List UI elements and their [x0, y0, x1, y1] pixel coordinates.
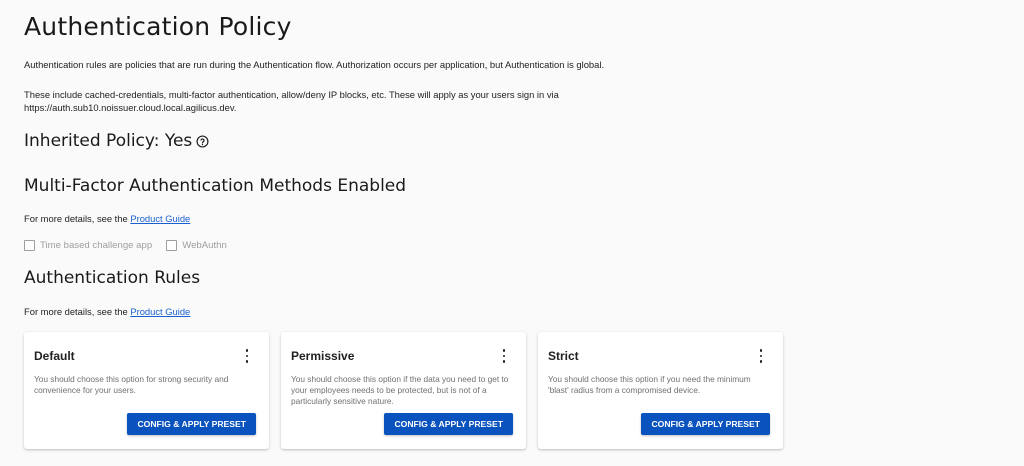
mfa-details: For more details, see the Product Guide: [24, 213, 190, 224]
webauthn-checkbox[interactable]: [166, 240, 178, 251]
inherited-policy-label: Inherited Policy: Yes: [24, 131, 193, 151]
rules-product-guide-link[interactable]: Product Guide: [130, 306, 190, 317]
card-title: Permissive: [291, 349, 355, 363]
card-description: You should choose this option if you nee…: [548, 374, 751, 395]
mfa-details-text: For more details, see the: [24, 213, 131, 224]
totp-label: Time based challenge app: [40, 240, 153, 251]
card-description: You should choose this option if the dat…: [291, 374, 509, 406]
totp-option[interactable]: Time based challenge app: [24, 240, 152, 251]
preset-cards: Default You should choose this option fo…: [24, 332, 783, 449]
preset-card-strict: Strict You should choose this option if …: [538, 332, 783, 449]
webauthn-option[interactable]: WebAuthn: [166, 240, 227, 251]
more-vert-icon[interactable]: [756, 349, 766, 363]
totp-checkbox[interactable]: [24, 240, 35, 251]
webauthn-label: WebAuthn: [182, 240, 227, 251]
card-title: Strict: [548, 349, 579, 363]
mfa-options: Time based challenge app WebAuthn: [24, 240, 227, 251]
rules-heading: Authentication Rules: [24, 268, 201, 288]
apply-preset-button[interactable]: CONFIG & APPLY PRESET: [127, 413, 256, 435]
page-description-2: These include cached-credentials, multi-…: [24, 89, 559, 113]
rules-details-text: For more details, see the: [24, 306, 131, 317]
card-description: You should choose this option for strong…: [34, 374, 229, 395]
preset-card-default: Default You should choose this option fo…: [24, 332, 269, 449]
apply-preset-button[interactable]: CONFIG & APPLY PRESET: [641, 413, 770, 435]
inherited-policy-heading: Inherited Policy: Yes: [24, 131, 209, 151]
more-vert-icon[interactable]: [242, 349, 252, 363]
card-title: Default: [34, 349, 75, 363]
more-vert-icon[interactable]: [499, 349, 509, 363]
rules-details: For more details, see the Product Guide: [24, 306, 190, 317]
page-description-1: Authentication rules are policies that a…: [24, 59, 605, 70]
mfa-heading: Multi-Factor Authentication Methods Enab…: [24, 176, 407, 196]
help-circle-icon[interactable]: [196, 134, 209, 148]
mfa-product-guide-link[interactable]: Product Guide: [130, 213, 190, 224]
apply-preset-button[interactable]: CONFIG & APPLY PRESET: [384, 413, 513, 435]
preset-card-permissive: Permissive You should choose this option…: [281, 332, 526, 449]
page-title: Authentication Policy: [24, 12, 292, 41]
